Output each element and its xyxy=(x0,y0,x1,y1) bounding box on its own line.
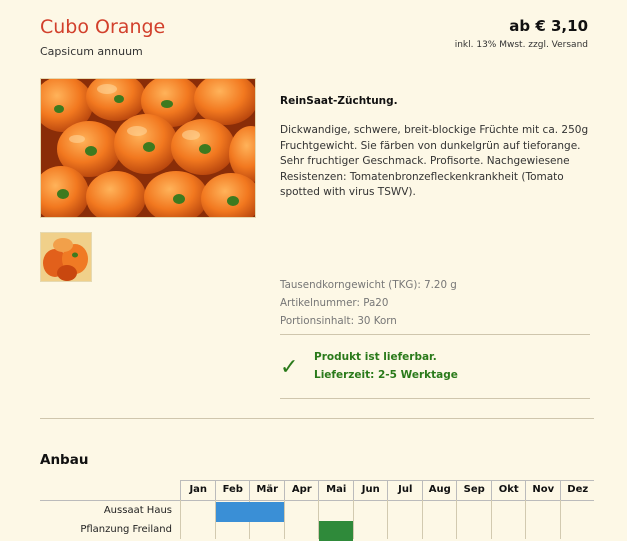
divider xyxy=(280,398,590,399)
divider xyxy=(280,334,590,335)
month-header: Apr xyxy=(283,480,320,500)
calendar-grid-line xyxy=(456,500,457,539)
calendar-header-line xyxy=(40,500,594,501)
price-note: inkl. 13% Mwst. zzgl. Versand xyxy=(454,40,588,50)
month-header: Nov xyxy=(525,480,561,500)
calendar-grid-line xyxy=(180,500,181,539)
month-header: Mär xyxy=(249,480,285,500)
orange-peppers-illustration xyxy=(41,79,255,217)
tkg-value: Tausendkorngewicht (TKG): 7.20 g xyxy=(280,279,457,291)
product-title: Cubo Orange xyxy=(40,16,166,38)
month-header: Dez xyxy=(559,480,596,500)
calendar-grid-line xyxy=(283,500,285,539)
peppers-thumbnail-illustration xyxy=(41,233,91,281)
month-header: Jul xyxy=(387,480,423,500)
product-image[interactable] xyxy=(40,78,256,218)
cultivation-title: Anbau xyxy=(40,452,89,468)
calendar-grid-line xyxy=(352,500,354,539)
calendar-grid-line xyxy=(387,500,388,539)
availability-status: Produkt ist lieferbar. xyxy=(314,351,437,363)
description-text: Dickwandige, schwere, breit-blockige Frü… xyxy=(280,124,589,199)
description-title: ReinSaat-Züchtung. xyxy=(280,95,398,107)
product-card: Cubo Orange Capsicum annuum ab € 3,10 in… xyxy=(14,0,604,541)
calendar-row-label: Aussaat Haus xyxy=(103,505,172,516)
cultivation-calendar: Jan Feb Mär Apr Mai Jun Jul Aug Sep Okt Nov Dez Aus… xyxy=(40,480,594,541)
calendar-row-label: Pflanzung Freiland xyxy=(80,524,172,535)
portion-content: Portionsinhalt: 30 Korn xyxy=(280,315,397,327)
delivery-time: Lieferzeit: 2-5 Werktage xyxy=(314,369,458,381)
month-header: Jun xyxy=(352,480,389,500)
availability-box: ✓ Produkt ist lieferbar. Lieferzeit: 2-5… xyxy=(280,348,590,388)
calendar-header: Jan Feb Mär Apr Mai Jun Jul Aug Sep Okt Nov Dez xyxy=(180,480,594,500)
calendar-grid-line xyxy=(490,500,492,539)
article-number: Artikelnummer: Pa20 xyxy=(280,297,389,309)
month-header: Aug xyxy=(421,480,458,500)
calendar-grid-line xyxy=(421,500,423,539)
latin-name: Capsicum annuum xyxy=(40,45,143,58)
section-divider xyxy=(40,418,594,419)
checkmark-icon: ✓ xyxy=(280,355,299,380)
calendar-grid-line xyxy=(525,500,526,539)
month-header: Jan xyxy=(180,480,216,500)
calendar-period-bar xyxy=(319,521,353,541)
product-thumbnail[interactable] xyxy=(40,232,92,282)
calendar-period-bar xyxy=(215,502,284,522)
month-header: Sep xyxy=(456,480,492,500)
month-header: Feb xyxy=(214,480,251,500)
product-facts: Tausendkorngewicht (TKG): 7.20 g Artikel… xyxy=(280,276,590,330)
price: ab € 3,10 xyxy=(509,17,588,35)
calendar-grid-line xyxy=(559,500,561,539)
month-header: Mai xyxy=(318,480,354,500)
month-header: Okt xyxy=(490,480,527,500)
